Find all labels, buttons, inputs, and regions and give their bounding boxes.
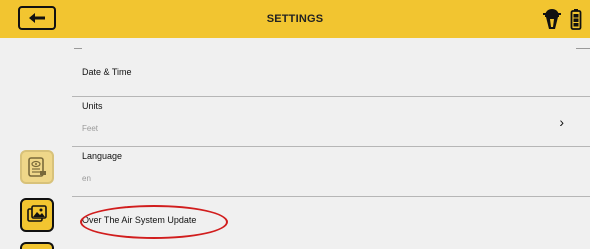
units-value: Feet	[82, 124, 99, 133]
back-button[interactable]	[18, 6, 56, 30]
units-label: Units	[82, 101, 103, 111]
ota-update-label: Over The Air System Update	[82, 215, 197, 225]
antenna-satellite-icon	[543, 9, 561, 29]
settings-list: Date & Time Units Feet › Language en Ove…	[72, 38, 590, 249]
setting-ota-update[interactable]: Over The Air System Update	[72, 196, 590, 249]
back-arrow-icon	[29, 13, 45, 23]
rail-button-gallery[interactable]	[20, 198, 54, 232]
list-top-divider	[72, 38, 590, 58]
setting-language[interactable]: Language en	[72, 146, 590, 196]
date-time-label: Date & Time	[82, 67, 132, 77]
side-rail	[0, 38, 72, 249]
app-header: SETTINGS	[0, 0, 590, 38]
setting-date-time[interactable]: Date & Time	[72, 58, 590, 96]
page-title: SETTINGS	[266, 13, 324, 25]
rail-button-documents[interactable]	[20, 150, 54, 184]
header-icons	[542, 7, 582, 31]
language-value: en	[82, 174, 91, 183]
setting-units[interactable]: Units Feet ›	[72, 96, 590, 146]
battery-icon	[570, 9, 582, 30]
chevron-right-icon[interactable]: ›	[559, 114, 564, 130]
language-label: Language	[82, 151, 123, 161]
divider-dash-right	[576, 48, 590, 49]
image-gallery-icon	[27, 205, 47, 222]
document-view-icon	[28, 157, 46, 177]
divider-dash-left	[74, 48, 82, 49]
rail-button-partial[interactable]	[20, 242, 54, 249]
